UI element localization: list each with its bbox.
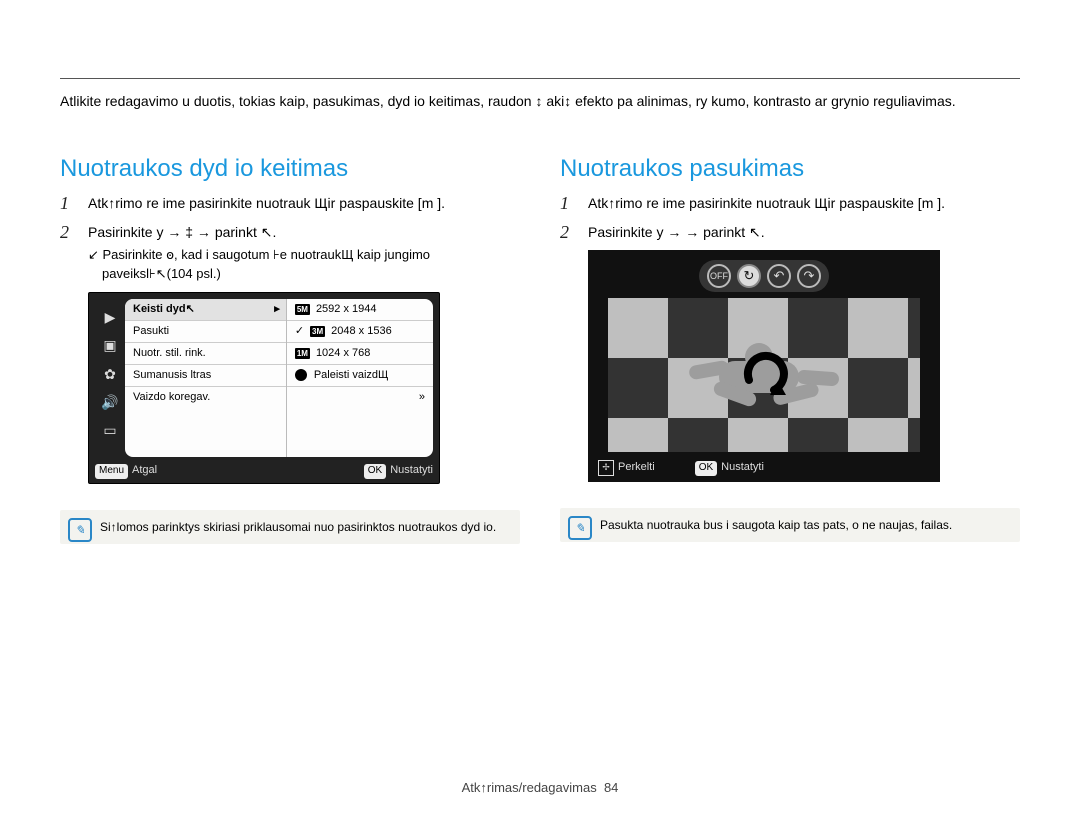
left-step2: Pasirinkite y → ‡ → parinkt ↖. xyxy=(88,222,520,242)
size-option[interactable]: 3M2048 x 1536 xyxy=(287,321,433,343)
note-icon: ✎ xyxy=(68,518,92,542)
menu-item-image-adjust[interactable]: Vaizdo koregav. xyxy=(125,387,286,409)
left-step2-sub: ↙ Pasirinkite ꙩ, kad i saugotum ⊦e nuotr… xyxy=(88,246,520,284)
rotate-preview: OFF ↻ ↶ ↷ xyxy=(588,250,940,482)
step-number: 1 xyxy=(60,193,78,214)
menu-item-rotate[interactable]: Pasukti xyxy=(125,321,286,343)
menu-back[interactable]: MenuAtgal xyxy=(95,463,157,479)
sound-icon: 🔊 xyxy=(101,392,118,412)
note-icon: ✎ xyxy=(568,516,592,540)
off-button[interactable]: OFF xyxy=(707,264,731,288)
right-step2: Pasirinkite y → → parinkt ↖. xyxy=(588,222,1020,242)
camera-icon: ▣ xyxy=(103,335,116,355)
left-heading: Nuotraukos dyd io keitimas xyxy=(60,155,520,183)
redo-button[interactable]: ↷ xyxy=(797,264,821,288)
play-icon: ▶ xyxy=(105,307,116,327)
size-option[interactable]: 1M1024 x 768 xyxy=(287,343,433,365)
step-number: 2 xyxy=(560,222,578,482)
intro-text: Atlikite redagavimo u duotis, tokias kai… xyxy=(60,92,1020,112)
startup-icon xyxy=(295,369,307,381)
rotate-right-button[interactable]: ↻ xyxy=(737,264,761,288)
page-footer: Atk↑rimas/redagavimas 84 xyxy=(0,780,1080,795)
menu-set[interactable]: OKNustatyti xyxy=(364,463,433,479)
step-number: 2 xyxy=(60,222,78,484)
right-heading: Nuotraukos pasukimas xyxy=(560,155,1020,183)
size-option[interactable]: 5M2592 x 1944 xyxy=(287,299,433,321)
more-option[interactable]: » xyxy=(287,387,433,409)
menu-item-style[interactable]: Nuotr. stil. rink. xyxy=(125,343,286,365)
preview-move[interactable]: ✢Perkelti xyxy=(598,460,655,476)
menu-item-resize[interactable]: Keisti dyd↖ xyxy=(125,299,286,321)
dpad-icon: ✢ xyxy=(598,460,614,476)
left-step1: Atk↑rimo re ime pasirinkite nuotrauk Щіr… xyxy=(88,193,520,214)
rotate-toolbar: OFF ↻ ↶ ↷ xyxy=(699,260,829,292)
menu-item-smart-filter[interactable]: Sumanusis ltras xyxy=(125,365,286,387)
display-icon: ▭ xyxy=(103,420,116,440)
camera-menu: ▶ ▣ ✿ 🔊 ▭ Keisti dyd↖ Pasukti Nuot xyxy=(88,292,440,484)
startup-image-option[interactable]: Paleisti vaizdЩ xyxy=(287,365,433,387)
effect-icon: ✿ xyxy=(104,364,116,384)
preview-set[interactable]: OKNustatyti xyxy=(695,460,764,476)
photo-subject xyxy=(689,343,839,407)
right-step1: Atk↑rimo re ime pasirinkite nuotrauk Щіr… xyxy=(588,193,1020,214)
left-column: Nuotraukos dyd io keitimas 1 Atk↑rimo re… xyxy=(60,155,520,544)
left-note: ✎ Si↑lomos parinktys skiriasi priklausom… xyxy=(60,510,520,544)
step-number: 1 xyxy=(560,193,578,214)
right-column: Nuotraukos pasukimas 1 Atk↑rimo re ime p… xyxy=(560,155,1020,544)
undo-button[interactable]: ↶ xyxy=(767,264,791,288)
right-note: ✎ Pasukta nuotrauka bus i saugota kaip t… xyxy=(560,508,1020,542)
preview-canvas xyxy=(608,298,920,452)
